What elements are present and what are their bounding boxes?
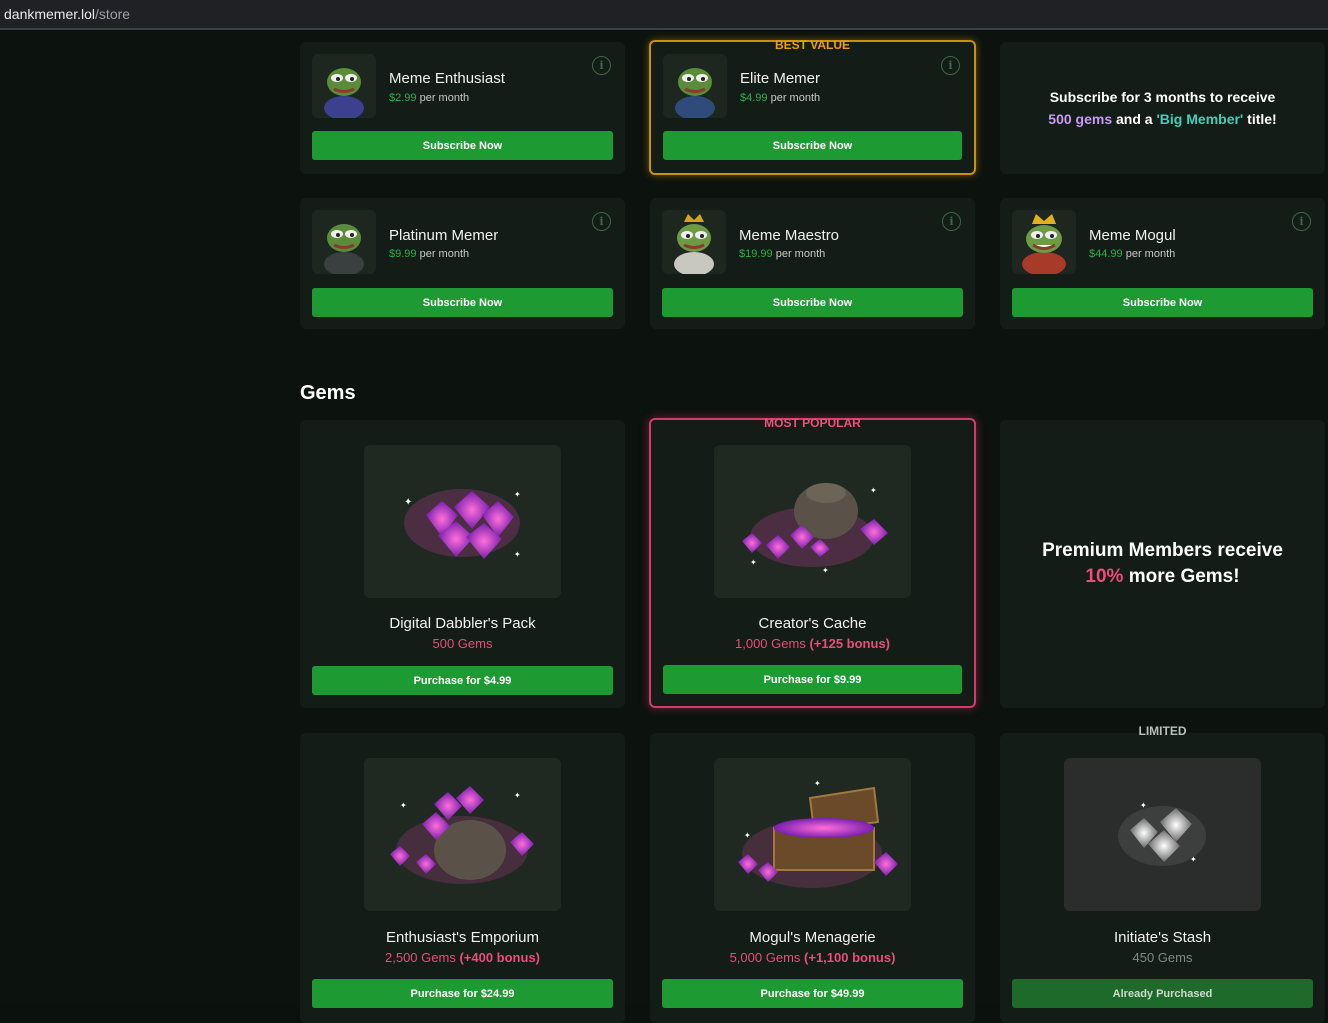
plan-price: $4.99 per month [740,92,821,104]
svg-text:✦: ✦ [822,566,829,575]
gem-pack-card-initiates-stash: LIMITED ✦ ✦ Initiate's Stash 450 Gems Alr… [1000,724,1325,1023]
silver-gems-image: ✦ ✦ [1064,758,1261,911]
gem-pack-amount: 450 Gems [1132,950,1193,965]
gem-pack-name: Mogul's Menagerie [749,929,876,946]
info-icon[interactable]: i [592,56,611,75]
plan-name: Elite Memer [740,70,821,87]
url-host: dankmemer.lol [4,6,96,22]
gem-pack-name: Initiate's Stash [1113,929,1212,946]
svg-text:✦: ✦ [514,791,521,800]
info-icon[interactable]: i [941,56,960,75]
plan-price: $9.99 per month [389,248,470,260]
gem-pack-name: Enthusiast's Emporium [386,929,539,946]
gem-pack-card-enthusiasts-emporium: ✦ ✦ Enthusiast's Emporium 2,500 Gems (+40… [300,733,625,1023]
plan-name: Meme Mogul [1089,227,1176,244]
pepe-avatar-image [1012,210,1076,274]
subscribe-button[interactable]: Subscribe Now [663,131,962,160]
gem-pack-amount: 500 Gems [432,636,493,651]
subscription-card-elite-memer: BEST VALUE Elite Memer $4.99 per month i… [649,38,976,175]
plan-price: $19.99 per month [739,248,826,260]
svg-text:✦: ✦ [750,558,757,567]
svg-text:✦: ✦ [400,801,407,810]
gem-pack-amount: 2,500 Gems (+400 bonus) [385,950,540,965]
gem-promo-line-1: Premium Members receive [1042,540,1283,561]
subscribe-button[interactable]: Subscribe Now [662,288,963,317]
gems-section-title: Gems [300,382,356,404]
svg-text:✦: ✦ [514,550,521,559]
store-page: Meme Enthusiast $2.99 per month i Subscr… [0,32,1328,1023]
info-icon[interactable]: i [592,212,611,231]
gem-pack-name: Digital Dabbler's Pack [389,615,536,632]
svg-text:✦: ✦ [514,490,521,499]
promo-line-2: 500 gems and a 'Big Member' title! [1048,111,1277,127]
svg-text:✦: ✦ [1190,855,1197,864]
svg-text:✦: ✦ [404,497,412,508]
pepe-avatar-image [312,210,376,274]
svg-text:✦: ✦ [744,831,751,840]
gem-promo-line-2: 10% more Gems! [1085,566,1240,587]
subscribe-button[interactable]: Subscribe Now [312,288,613,317]
treasure-chest-image: ✦ ✦ [714,758,911,911]
svg-text:✦: ✦ [814,779,821,788]
subscription-card-meme-mogul: Meme Mogul $44.99 per month i Subscribe … [1000,198,1325,329]
promo-line-1: Subscribe for 3 months to receive [1049,89,1276,105]
premium-gems-promo-card: Premium Members receive 10% more Gems! [1000,420,1325,708]
subscribe-button[interactable]: Subscribe Now [312,131,613,160]
subscribe-button[interactable]: Subscribe Now [1012,288,1313,317]
purchase-button[interactable]: Purchase for $24.99 [312,979,613,1008]
gem-pack-card-creators-cache: MOST POPULAR ✦ ✦ ✦ Creator's Cache 1,000 G… [649,416,976,708]
best-value-badge: BEST VALUE [774,38,851,52]
pepe-avatar-image [312,54,376,118]
plan-name: Meme Maestro [739,227,840,244]
pepe-avatar-image [662,210,726,274]
address-bar[interactable]: dankmemer.lol/store [0,0,1328,30]
gem-pack-card-digital-dabbler: ✦ ✦ ✦ Digital Dabbler's Pack 500 Gems Purc… [300,420,625,708]
info-icon[interactable]: i [942,212,961,231]
gem-pack-card-moguls-menagerie: ✦ ✦ Mogul's Menagerie 5,000 Gems (+1,100 … [650,733,975,1023]
plan-name: Platinum Memer [389,227,499,244]
gem-sack-image: ✦ ✦ [364,758,561,911]
svg-text:✦: ✦ [870,486,877,495]
gem-pack-amount: 1,000 Gems (+125 bonus) [735,636,890,651]
already-purchased-button: Already Purchased [1012,979,1313,1008]
most-popular-badge: MOST POPULAR [764,416,861,430]
subscription-promo-card: Subscribe for 3 months to receive 500 ge… [1000,42,1325,174]
url-path: /store [95,6,131,22]
gem-pack-name: Creator's Cache [758,615,867,632]
plan-price: $44.99 per month [1089,248,1176,260]
gem-pile-image: ✦ ✦ ✦ [364,445,561,598]
pepe-avatar-image [663,54,727,118]
purchase-button[interactable]: Purchase for $9.99 [663,665,962,694]
info-icon[interactable]: i [1292,212,1311,231]
subscription-card-platinum-memer: Platinum Memer $9.99 per month i Subscri… [300,198,625,329]
subscription-card-meme-enthusiast: Meme Enthusiast $2.99 per month i Subscr… [300,42,625,174]
gem-sack-image: ✦ ✦ ✦ [714,445,911,598]
purchase-button[interactable]: Purchase for $49.99 [662,979,963,1008]
limited-badge: LIMITED [1138,724,1187,738]
purchase-button[interactable]: Purchase for $4.99 [312,666,613,695]
gem-pack-amount: 5,000 Gems (+1,100 bonus) [729,950,896,965]
svg-text:✦: ✦ [1140,801,1147,810]
plan-price: $2.99 per month [389,92,470,104]
subscription-card-meme-maestro: Meme Maestro $19.99 per month i Subscrib… [650,198,975,329]
plan-name: Meme Enthusiast [389,70,505,87]
